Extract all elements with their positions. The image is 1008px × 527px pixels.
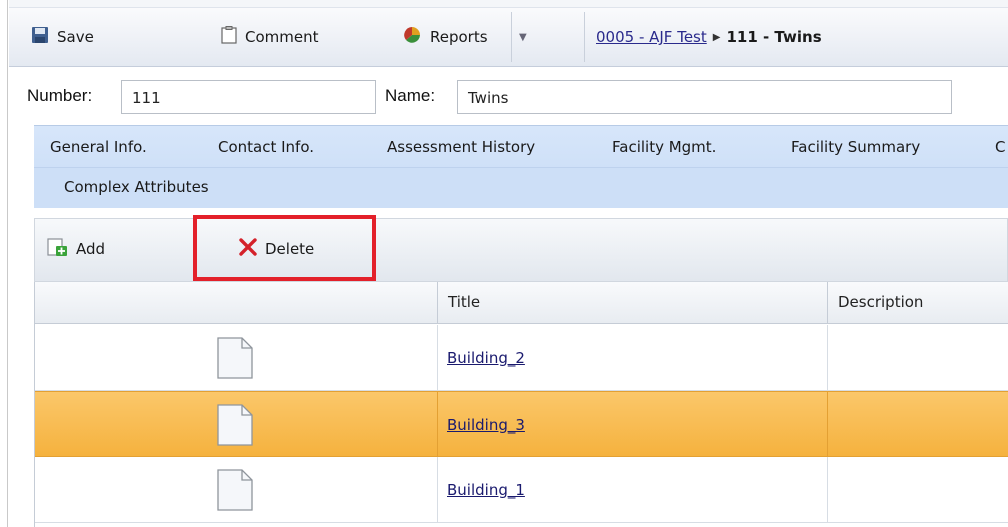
grid-toolbar: Add Delete (34, 218, 1008, 282)
column-header-description[interactable]: Description (828, 282, 1008, 324)
data-grid: Title Description Building_2 Building_3 (34, 282, 1008, 527)
document-icon (217, 469, 253, 515)
reports-button[interactable]: Reports (402, 22, 488, 52)
reports-icon (402, 26, 422, 48)
name-field[interactable]: Twins (457, 80, 952, 114)
number-field[interactable]: 111 (121, 80, 376, 114)
main-toolbar: Save Comment Reports ▼ 0005 - AJF Test ▶… (9, 0, 1008, 67)
description-cell (828, 457, 1008, 522)
icon-cell (35, 392, 438, 456)
grid-header: Title Description (35, 282, 1008, 324)
toolbar-separator (584, 12, 585, 62)
breadcrumb-current: 111 - Twins (726, 28, 822, 46)
toolbar-top-strip (9, 0, 1008, 8)
reports-label: Reports (430, 28, 488, 46)
column-header-title[interactable]: Title (438, 282, 828, 324)
description-cell (828, 325, 1008, 390)
add-icon (47, 237, 69, 261)
row-title-link[interactable]: Building_3 (447, 416, 525, 434)
record-id-row: Number: 111 Name: Twins (9, 68, 1008, 125)
breadcrumb: 0005 - AJF Test ▶ 111 - Twins (596, 22, 822, 52)
icon-cell (35, 325, 438, 390)
breadcrumb-arrow-icon: ▶ (712, 31, 721, 43)
description-cell (828, 392, 1008, 456)
save-button[interactable]: Save (31, 22, 94, 52)
comment-label: Comment (245, 28, 319, 46)
tab-facility-mgmt[interactable]: Facility Mgmt. (612, 138, 716, 156)
name-label: Name: (385, 86, 436, 105)
row-title-link[interactable]: Building_1 (447, 481, 525, 499)
table-row[interactable]: Building_1 (35, 457, 1008, 523)
save-icon (31, 26, 49, 48)
delete-highlight-annotation (193, 215, 376, 281)
column-header-icon[interactable] (35, 282, 438, 324)
page-edge (0, 0, 8, 527)
reports-split-separator (511, 12, 512, 62)
reports-dropdown-button[interactable]: ▼ (519, 22, 527, 52)
document-icon (217, 404, 253, 450)
tab-general-info[interactable]: General Info. (50, 138, 147, 156)
tab-facility-summary[interactable]: Facility Summary (791, 138, 920, 156)
document-icon (217, 337, 253, 383)
table-row-selected[interactable]: Building_3 (35, 391, 1008, 457)
tab-contact-info[interactable]: Contact Info. (218, 138, 314, 156)
tab-assessment-history[interactable]: Assessment History (387, 138, 535, 156)
breadcrumb-parent-link[interactable]: 0005 - AJF Test (596, 28, 707, 46)
tab-truncated[interactable]: C (995, 138, 1005, 156)
number-label: Number: (27, 86, 93, 105)
tab-complex-attributes[interactable]: Complex Attributes (64, 178, 209, 196)
dropdown-arrow-icon: ▼ (519, 31, 527, 43)
tab-bar: General Info. Contact Info. Assessment H… (34, 125, 1008, 208)
comment-icon (221, 26, 237, 48)
row-title-link[interactable]: Building_2 (447, 349, 525, 367)
add-button[interactable]: Add (47, 237, 105, 261)
add-label: Add (76, 240, 106, 258)
icon-cell (35, 457, 438, 522)
save-label: Save (57, 28, 94, 46)
table-row[interactable]: Building_2 (35, 325, 1008, 391)
comment-button[interactable]: Comment (221, 22, 319, 52)
